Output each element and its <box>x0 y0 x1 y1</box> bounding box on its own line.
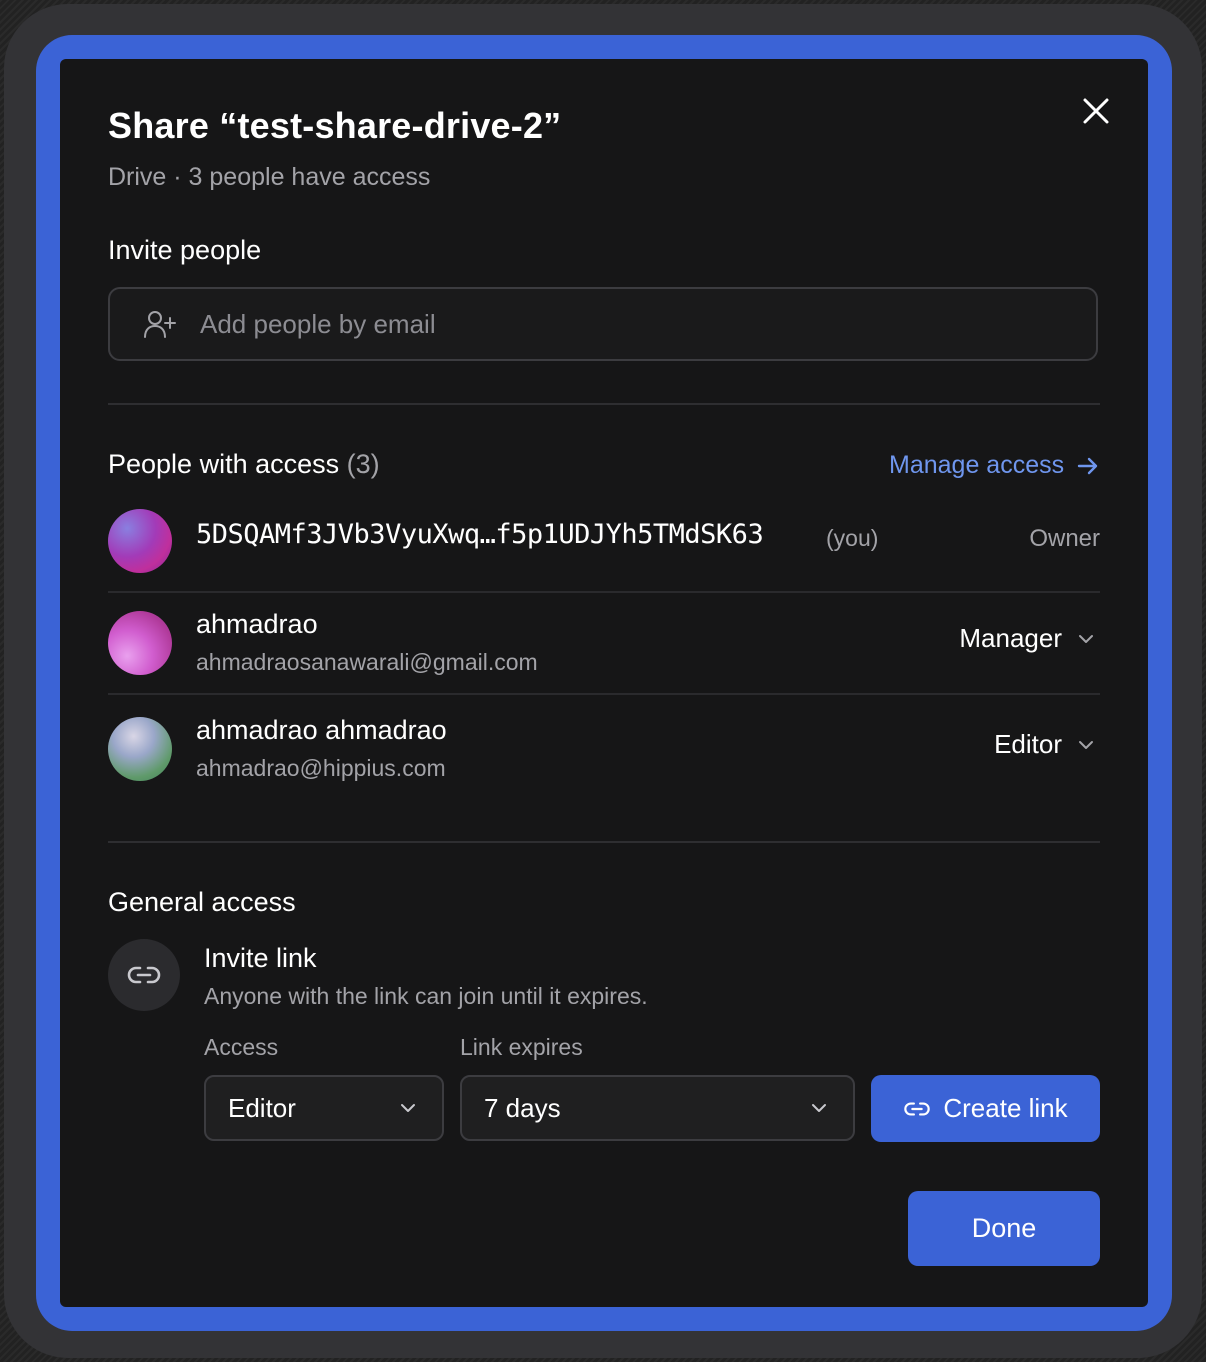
person-row-manager: ahmadrao ahmadraosanawarali@gmail.com Ma… <box>108 591 1100 695</box>
close-icon <box>1083 98 1109 124</box>
role-dropdown-manager[interactable]: Manager <box>959 623 1096 654</box>
role-label: Editor <box>994 729 1062 759</box>
avatar <box>108 611 172 675</box>
link-expires-select[interactable]: 7 days <box>460 1075 855 1141</box>
manage-access-link[interactable]: Manage access <box>889 451 1100 480</box>
person-row-owner: 5DSQAMf3JVb3VyuXwq…f5p1UDJYh5TMdSK63 (yo… <box>108 489 1100 593</box>
arrow-right-icon <box>1077 457 1098 474</box>
access-select[interactable]: Editor <box>204 1075 444 1141</box>
section-divider <box>108 841 1100 843</box>
row-divider <box>108 693 1100 695</box>
person-email: ahmadraosanawarali@gmail.com <box>196 649 538 675</box>
section-divider <box>108 403 1100 405</box>
person-id: 5DSQAMf3JVb3VyuXwq…f5p1UDJYh5TMdSK63 <box>196 519 764 550</box>
link-expires-label: Link expires <box>460 1034 583 1060</box>
avatar <box>108 509 172 573</box>
done-label: Done <box>971 1213 1037 1243</box>
access-value: Editor <box>228 1092 296 1123</box>
invite-people-label: Invite people <box>108 235 262 265</box>
chevron-down-icon <box>1079 634 1093 643</box>
invite-link-title: Invite link <box>204 943 317 973</box>
dialog-subtitle: Drive · 3 people have access <box>108 163 431 191</box>
create-link-label: Create link <box>943 1093 1068 1123</box>
close-button[interactable] <box>1076 91 1116 131</box>
role-dropdown-editor[interactable]: Editor <box>994 729 1096 760</box>
role-label: Manager <box>959 623 1062 653</box>
people-label-text: People with access <box>108 449 340 479</box>
email-input[interactable] <box>198 307 1052 341</box>
link-icon <box>904 1101 931 1116</box>
done-button[interactable]: Done <box>908 1191 1100 1266</box>
general-access-label: General access <box>108 887 296 917</box>
person-row-editor: ahmadrao ahmadrao ahmadrao@hippius.com E… <box>108 697 1100 801</box>
people-with-access-label: People with access (3) <box>108 449 380 480</box>
invite-link-description: Anyone with the link can join until it e… <box>204 983 648 1009</box>
people-count: (3) <box>346 449 380 479</box>
expires-value: 7 days <box>484 1092 561 1123</box>
add-user-icon <box>142 307 176 341</box>
chevron-down-icon <box>812 1104 826 1112</box>
share-dialog: Share “test-share-drive-2” Drive · 3 peo… <box>60 59 1148 1307</box>
dialog-title: Share “test-share-drive-2” <box>108 105 562 146</box>
create-link-button[interactable]: Create link <box>871 1075 1100 1142</box>
person-name: ahmadrao ahmadrao <box>196 715 447 745</box>
chevron-down-icon <box>1079 740 1093 749</box>
email-field[interactable] <box>108 287 1098 361</box>
access-label: Access <box>204 1034 279 1060</box>
owner-role-label: Owner <box>1029 525 1100 552</box>
manage-access-label: Manage access <box>889 451 1065 479</box>
person-email: ahmadrao@hippius.com <box>196 755 446 781</box>
link-icon <box>127 966 161 984</box>
you-badge: (you) <box>826 525 879 551</box>
chevron-down-icon <box>401 1104 415 1112</box>
person-name: ahmadrao <box>196 609 318 639</box>
link-icon-circle <box>108 939 180 1011</box>
avatar <box>108 717 172 781</box>
